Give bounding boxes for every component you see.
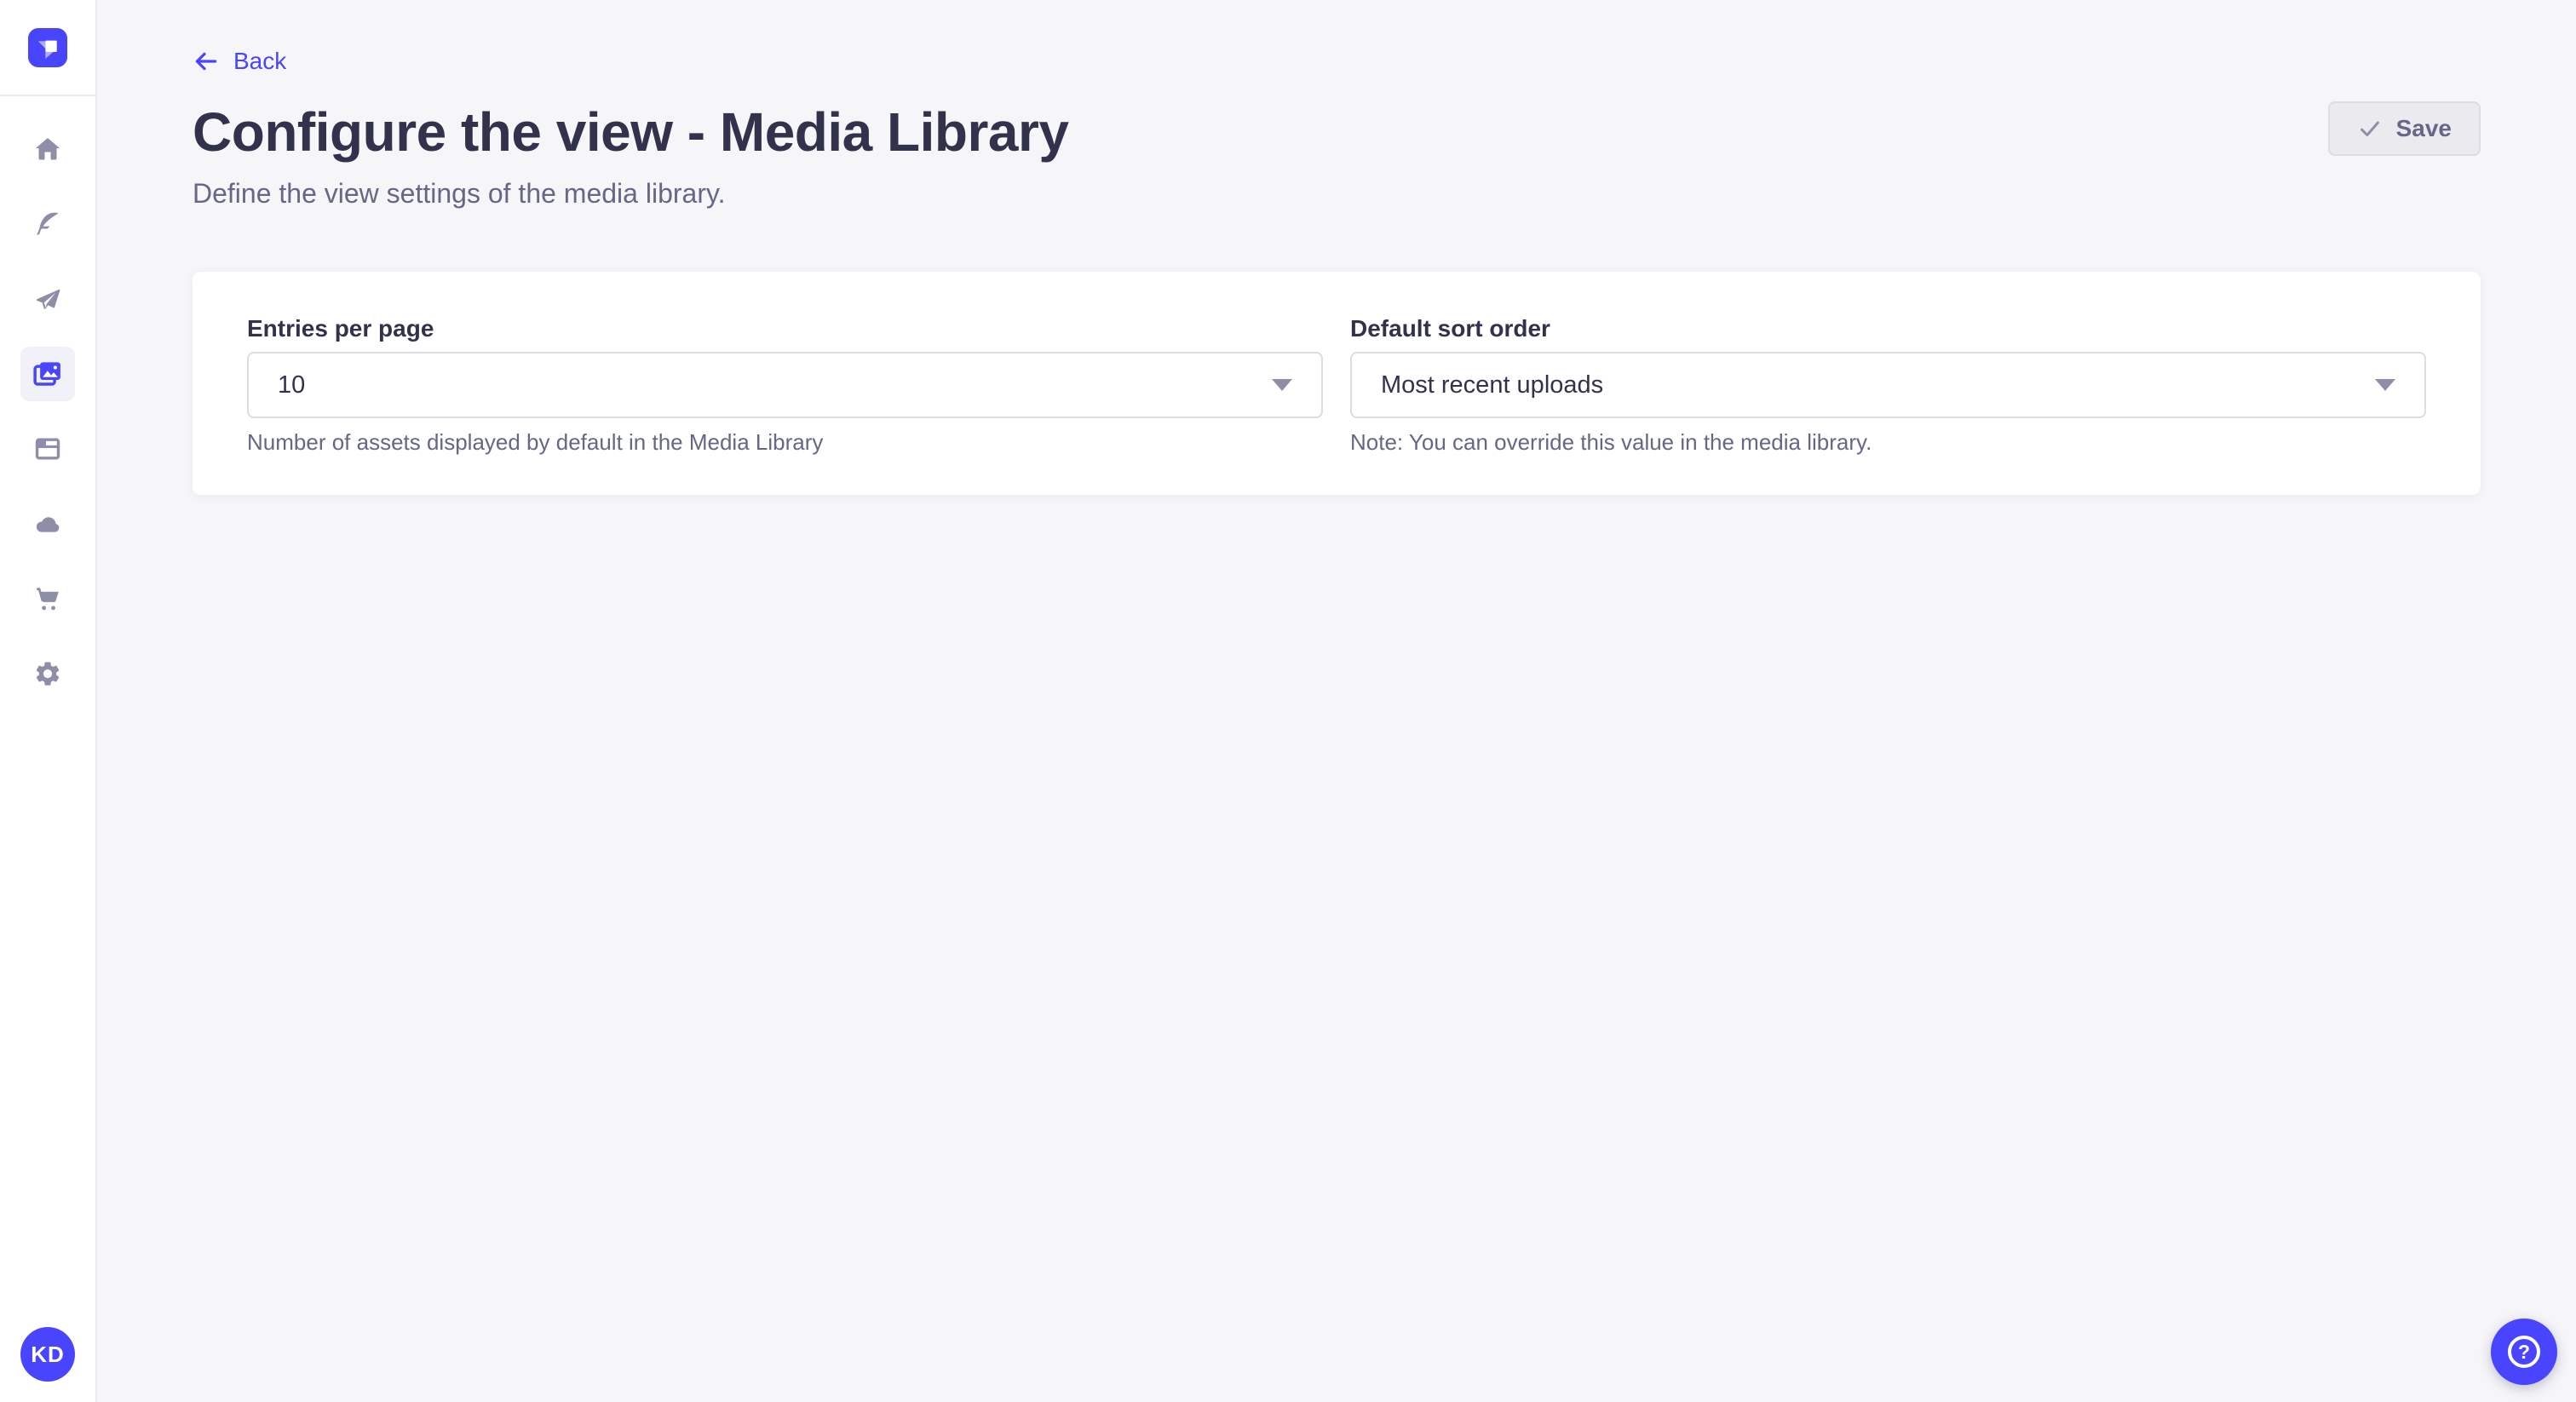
- default-sort-order-value: Most recent uploads: [1381, 371, 1603, 399]
- field-entries-per-page: Entries per page 10 Number of assets dis…: [247, 314, 1323, 456]
- entries-per-page-value: 10: [278, 371, 305, 399]
- paper-plane-icon: [33, 284, 62, 313]
- strapi-logo-icon[interactable]: [28, 28, 67, 67]
- cart-icon: [33, 584, 62, 613]
- default-sort-order-label: Default sort order: [1350, 314, 2426, 343]
- sidebar: KD: [0, 0, 97, 1402]
- entries-per-page-select[interactable]: 10: [247, 352, 1323, 418]
- sidebar-nav: [20, 96, 75, 701]
- layout-icon: [33, 434, 62, 463]
- sidebar-item-content-manager[interactable]: [20, 197, 75, 251]
- help-button[interactable]: ?: [2491, 1319, 2557, 1385]
- default-sort-order-select[interactable]: Most recent uploads: [1350, 352, 2426, 418]
- sidebar-item-release[interactable]: [20, 272, 75, 326]
- save-button-label: Save: [2396, 115, 2452, 142]
- home-icon: [33, 135, 62, 164]
- strapi-logo-glyph: [28, 28, 67, 67]
- logo-container: [0, 0, 95, 96]
- page-title: Configure the view - Media Library: [193, 101, 1069, 163]
- chevron-down-icon: [1272, 379, 1292, 391]
- avatar[interactable]: KD: [20, 1327, 75, 1382]
- back-label: Back: [233, 48, 286, 75]
- page-header-text: Configure the view - Media Library Defin…: [193, 101, 1069, 210]
- sidebar-item-settings[interactable]: [20, 646, 75, 701]
- save-button[interactable]: Save: [2328, 101, 2481, 156]
- default-sort-order-hint: Note: You can override this value in the…: [1350, 428, 2426, 456]
- page-subtitle: Define the view settings of the media li…: [193, 176, 1069, 210]
- check-icon: [2357, 116, 2383, 141]
- sidebar-item-marketplace[interactable]: [20, 572, 75, 626]
- main-content: Back Configure the view - Media Library …: [97, 0, 2576, 1402]
- page-header: Configure the view - Media Library Defin…: [193, 101, 2481, 210]
- back-link[interactable]: Back: [193, 48, 286, 75]
- chevron-down-icon: [2375, 379, 2395, 391]
- question-mark-icon: ?: [2508, 1336, 2540, 1368]
- cloud-icon: [33, 509, 62, 538]
- field-default-sort-order: Default sort order Most recent uploads N…: [1350, 314, 2426, 456]
- feather-icon: [33, 210, 62, 238]
- settings-card: Entries per page 10 Number of assets dis…: [193, 272, 2481, 495]
- entries-per-page-hint: Number of assets displayed by default in…: [247, 428, 1323, 456]
- sidebar-item-deploy[interactable]: [20, 497, 75, 551]
- sidebar-item-content-type-builder[interactable]: [20, 422, 75, 476]
- entries-per-page-label: Entries per page: [247, 314, 1323, 343]
- sidebar-item-home[interactable]: [20, 122, 75, 176]
- gear-icon: [33, 659, 62, 688]
- sidebar-item-media-library[interactable]: [20, 347, 75, 401]
- media-library-icon: [32, 358, 64, 390]
- arrow-left-icon: [193, 48, 220, 75]
